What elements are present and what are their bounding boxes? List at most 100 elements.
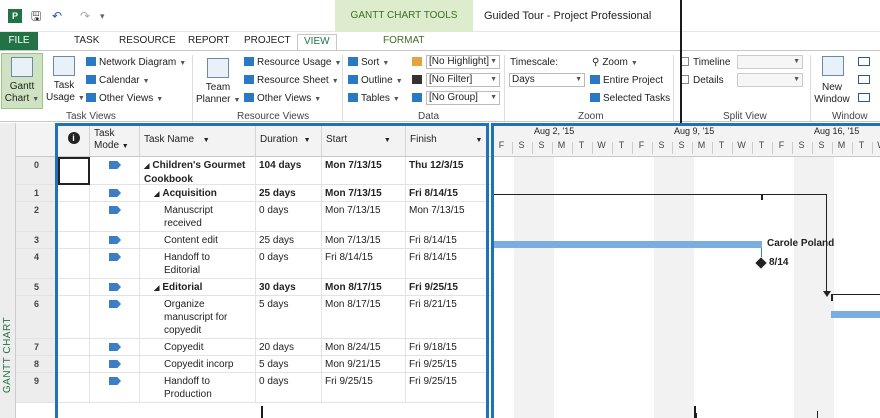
task-name-cell[interactable]: ◢ Editorial <box>140 279 256 296</box>
resource-usage-button[interactable]: Resource Usage ▼ <box>244 56 341 70</box>
entire-project-button[interactable]: Entire Project <box>590 74 663 87</box>
duration-cell[interactable]: 0 days <box>256 202 322 232</box>
start-header[interactable]: Start ▼ <box>322 123 406 157</box>
task-other-views-button[interactable]: Other Views ▼ <box>86 92 163 106</box>
task-mode-cell[interactable] <box>90 296 140 339</box>
tab-format[interactable]: FORMAT <box>377 34 430 50</box>
indicator-cell[interactable] <box>58 249 90 279</box>
duration-cell[interactable]: 25 days <box>256 185 322 202</box>
start-cell[interactable]: Mon 8/24/15 <box>322 339 406 356</box>
duration-cell[interactable]: 5 days <box>256 296 322 339</box>
task-mode-cell[interactable] <box>90 232 140 249</box>
finish-cell[interactable]: Fri 8/21/15 <box>406 296 491 339</box>
duration-header[interactable]: Duration ▼ <box>256 123 322 157</box>
tab-report[interactable]: REPORT <box>182 34 236 50</box>
task-mode-cell[interactable] <box>90 249 140 279</box>
task-name-cell[interactable]: Handoff to Editorial <box>140 249 256 279</box>
duration-cell[interactable]: 25 days <box>256 232 322 249</box>
summary-bar-editorial[interactable] <box>831 294 880 295</box>
duration-cell[interactable]: 5 days <box>256 356 322 373</box>
selected-tasks-button[interactable]: Selected Tasks <box>590 92 670 105</box>
chevron-down-icon[interactable]: ▼ <box>384 137 391 144</box>
row-id[interactable]: 9 <box>16 373 58 403</box>
zoom-button[interactable]: ⚲ Zoom ▼ <box>592 56 638 70</box>
indicator-cell[interactable] <box>58 157 90 185</box>
task-mode-cell[interactable] <box>90 339 140 356</box>
chevron-down-icon[interactable]: ▼ <box>203 137 210 144</box>
new-window-button[interactable]: New Window <box>812 53 852 109</box>
task-mode-cell[interactable] <box>90 185 140 202</box>
start-cell[interactable]: Mon 8/17/15 <box>322 296 406 339</box>
task-mode-cell[interactable] <box>90 373 140 403</box>
task-name-cell[interactable]: Handoff to Production <box>140 373 256 403</box>
indicator-cell[interactable] <box>58 339 90 356</box>
finish-cell[interactable]: Fri 9/25/15 <box>406 373 491 403</box>
tab-resource[interactable]: RESOURCE <box>113 34 182 50</box>
duration-cell[interactable]: 0 days <box>256 373 322 403</box>
outline-button[interactable]: Outline ▼ <box>348 74 403 88</box>
table-row[interactable]: 7 Copyedit 20 days Mon 8/24/15 Fri 9/18/15 <box>16 339 491 356</box>
finish-cell[interactable]: Fri 8/14/15 <box>406 185 491 202</box>
table-row[interactable]: 0 ◢ Children's Gourmet Cookbook 104 days Mon … <box>16 157 491 185</box>
select-all-corner[interactable] <box>16 123 58 157</box>
task-name-cell[interactable]: Copyedit <box>140 339 256 356</box>
timescale-select[interactable]: Days ▼ <box>509 73 585 87</box>
start-cell[interactable]: Fri 8/14/15 <box>322 249 406 279</box>
row-id[interactable]: 2 <box>16 202 58 232</box>
task-name-cell[interactable]: Manuscript received <box>140 202 256 232</box>
filter-select[interactable]: [No Filter] ▼ <box>426 73 500 87</box>
task-bar-content-edit[interactable] <box>491 241 762 248</box>
row-id[interactable]: 5 <box>16 279 58 296</box>
task-mode-cell[interactable] <box>90 202 140 232</box>
undo-icon[interactable]: ↶ <box>52 9 62 23</box>
indicators-header[interactable]: i <box>58 123 90 157</box>
tab-file[interactable]: FILE <box>0 32 38 50</box>
start-cell[interactable]: Mon 9/21/15 <box>322 356 406 373</box>
resource-sheet-button[interactable]: Resource Sheet ▼ <box>244 74 339 88</box>
finish-cell[interactable]: Thu 12/3/15 <box>406 157 491 185</box>
tables-button[interactable]: Tables ▼ <box>348 92 400 106</box>
task-mode-header[interactable]: Task Mode ▼ <box>90 123 140 157</box>
highlight-select[interactable]: [No Highlight] ▼ <box>426 55 500 69</box>
start-cell[interactable]: Mon 7/13/15 <box>322 185 406 202</box>
table-row[interactable]: 9 Handoff to Production 0 days Fri 9/25/15 Fr… <box>16 373 491 403</box>
task-bar-organize[interactable] <box>831 311 880 318</box>
switch-windows-icon[interactable] <box>858 92 873 105</box>
hide-window-icon[interactable] <box>858 74 873 87</box>
tab-view[interactable]: VIEW <box>297 34 337 50</box>
row-id[interactable]: 0 <box>16 157 58 185</box>
gantt-chart-button[interactable]: Gantt Chart ▼ <box>1 53 43 109</box>
start-cell[interactable]: Fri 9/25/15 <box>322 373 406 403</box>
customize-qat-icon[interactable]: ▾ <box>100 9 105 23</box>
table-row[interactable]: 1 ◢ Acquisition 25 days Mon 7/13/15 Fri 8/14/… <box>16 185 491 202</box>
table-row[interactable]: 3 Content edit 25 days Mon 7/13/15 Fri 8/14/… <box>16 232 491 249</box>
duration-cell[interactable]: 30 days <box>256 279 322 296</box>
finish-cell[interactable]: Fri 8/14/15 <box>406 232 491 249</box>
collapse-icon[interactable]: ◢ <box>144 163 149 170</box>
task-name-cell[interactable]: ◢ Children's Gourmet Cookbook <box>140 157 256 185</box>
table-row[interactable]: 8 Copyedit incorp 5 days Mon 9/21/15 Fri 9/2… <box>16 356 491 373</box>
start-cell[interactable]: Mon 7/13/15 <box>322 202 406 232</box>
duration-cell[interactable]: 20 days <box>256 339 322 356</box>
task-name-cell[interactable]: Organize manuscript for copyedit <box>140 296 256 339</box>
table-row[interactable]: 6 Organize manuscript for copyedit 5 days Mon… <box>16 296 491 339</box>
project-app-icon[interactable]: P <box>8 9 22 23</box>
task-name-cell[interactable]: ◢ Acquisition <box>140 185 256 202</box>
redo-icon[interactable]: ↷ <box>80 9 90 23</box>
timeline-view-select[interactable]: ▼ <box>737 55 803 69</box>
row-id[interactable]: 8 <box>16 356 58 373</box>
row-id[interactable]: 4 <box>16 249 58 279</box>
summary-bar-acquisition[interactable] <box>491 194 827 195</box>
indicator-cell[interactable] <box>58 356 90 373</box>
details-view-select[interactable]: ▼ <box>737 73 803 87</box>
table-row[interactable]: 5 ◢ Editorial 30 days Mon 8/17/15 Fri 9/25/15 <box>16 279 491 296</box>
finish-cell[interactable]: Mon 7/13/15 <box>406 202 491 232</box>
start-cell[interactable]: Mon 8/17/15 <box>322 279 406 296</box>
row-id[interactable]: 7 <box>16 339 58 356</box>
network-diagram-button[interactable]: Network Diagram ▼ <box>86 56 186 70</box>
duration-cell[interactable]: 104 days <box>256 157 322 185</box>
chevron-down-icon[interactable]: ▼ <box>475 137 482 144</box>
row-id[interactable]: 1 <box>16 185 58 202</box>
chevron-down-icon[interactable]: ▼ <box>304 137 311 144</box>
finish-header[interactable]: Finish ▼ <box>406 123 491 157</box>
